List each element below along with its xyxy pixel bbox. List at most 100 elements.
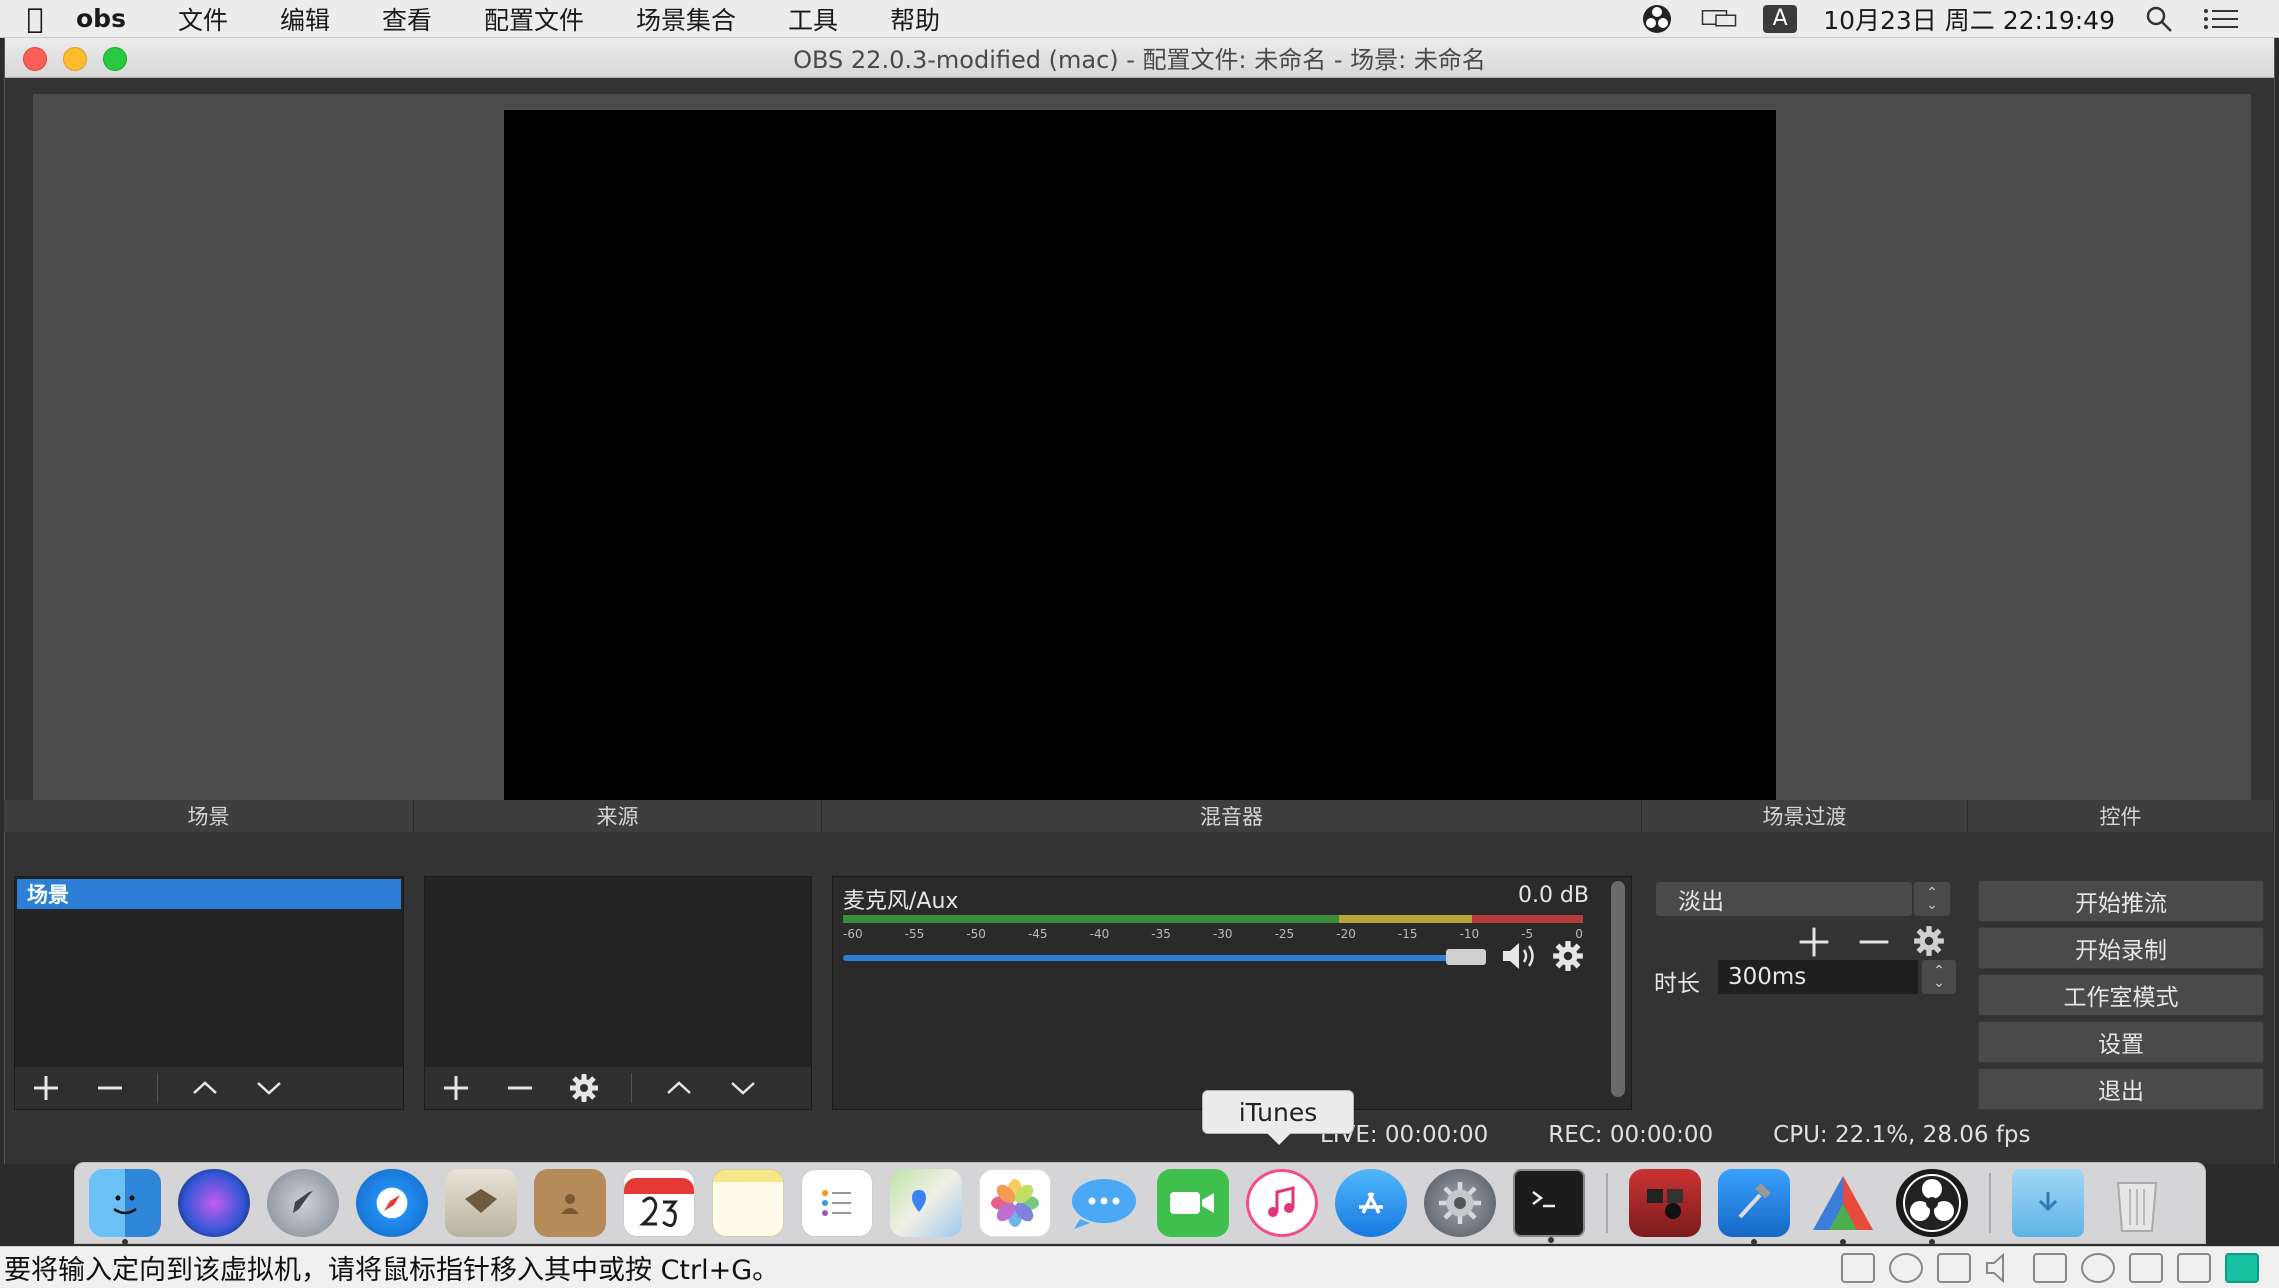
transition-select[interactable]: 淡出 [1656,882,1912,916]
menu-edit[interactable]: 编辑 [254,1,356,37]
menu-app-name[interactable]: obs [70,4,152,33]
notes-icon[interactable] [712,1169,784,1237]
move-source-up-button[interactable] [662,1071,696,1105]
vm-hard-disk-icon[interactable] [1841,1252,1875,1283]
zoom-window-button[interactable] [103,47,127,71]
source-properties-gear-icon[interactable] [567,1071,601,1105]
launchpad-rocket-icon[interactable] [267,1169,339,1237]
meter-tick: -55 [904,927,925,941]
mute-speaker-icon[interactable] [1501,941,1539,975]
maps-icon[interactable] [890,1169,962,1237]
exit-button[interactable]: 退出 [1978,1068,2264,1110]
display-mirroring-icon[interactable] [1701,4,1737,34]
obs-status-icon[interactable] [1639,4,1675,34]
add-source-button[interactable] [439,1071,473,1105]
calendar-icon[interactable] [623,1169,695,1237]
transition-properties-gear-icon[interactable] [1912,924,1946,962]
scene-list-item[interactable]: 场景 [17,879,401,909]
system-preferences-gear-icon[interactable] [1424,1169,1496,1237]
move-scene-up-button[interactable] [188,1071,222,1105]
remove-transition-button[interactable] [1856,924,1892,964]
obs-app-icon[interactable] [1896,1169,1968,1245]
vm-printer-icon[interactable] [2129,1252,2163,1283]
app-store-icon[interactable] [1335,1169,1407,1237]
move-source-down-button[interactable] [726,1071,760,1105]
preview-canvas[interactable] [504,110,1776,806]
terminal-icon[interactable] [1513,1169,1585,1243]
menu-scene-collection[interactable]: 场景集合 [610,1,762,37]
audio-mixer: 麦克风/Aux 0.0 dB -60 -55 -50 -45 -40 -35 -… [832,876,1632,1110]
duration-input[interactable]: 300ms [1718,960,1918,994]
screen:  obs 文件 编辑 查看 配置文件 场景集合 工具 帮助 A 10月23日 … [0,0,2279,1288]
minimize-window-button[interactable] [63,47,87,71]
mixer-scrollbar[interactable] [1611,881,1625,1097]
menu-file[interactable]: 文件 [152,1,254,37]
instruments-triangle-icon[interactable] [1807,1169,1879,1245]
duration-label: 时长 [1654,971,1700,997]
dock-separator [1606,1173,1608,1233]
mixer-channel-name: 麦克风/Aux [843,889,959,914]
toolbar-separator [157,1073,158,1103]
close-window-button[interactable] [23,47,47,71]
vm-network-icon[interactable] [1937,1252,1971,1283]
settings-button[interactable]: 设置 [1978,1021,2264,1063]
vm-cd-drive-2-icon[interactable] [2081,1252,2115,1283]
trash-icon[interactable] [2101,1169,2173,1237]
move-scene-down-button[interactable] [252,1071,286,1105]
add-transition-button[interactable] [1796,924,1832,964]
itunes-music-icon[interactable] [1246,1169,1318,1237]
vm-sound-icon[interactable] [1985,1252,2019,1283]
scenes-dock-header: 场景 [4,800,414,832]
finder-icon[interactable] [89,1169,161,1245]
vm-usb-icon[interactable] [2033,1252,2067,1283]
window-title: OBS 22.0.3-modified (mac) - 配置文件: 未命名 - … [793,46,1486,74]
downloads-folder-icon[interactable] [2012,1169,2084,1237]
studio-mode-button[interactable]: 工作室模式 [1978,974,2264,1016]
notification-center-icon[interactable] [2203,4,2239,34]
menu-view[interactable]: 查看 [356,1,458,37]
meter-tick: -10 [1459,927,1480,941]
add-scene-button[interactable] [29,1071,63,1105]
remove-source-button[interactable] [503,1071,537,1105]
sources-list[interactable] [424,876,812,1110]
photo-booth-icon[interactable] [1629,1169,1701,1237]
meter-tick: -20 [1336,927,1356,941]
apple-menu-icon[interactable]:  [0,2,70,35]
facetime-icon[interactable] [1157,1169,1229,1237]
meter-tick: -15 [1397,927,1418,941]
spotlight-search-icon[interactable] [2141,4,2177,34]
siri-icon[interactable] [178,1169,250,1237]
controls-dock-header: 控件 [1968,800,2274,832]
messages-bubble-icon[interactable] [1068,1169,1140,1237]
mail-eagle-icon[interactable] [445,1169,517,1237]
start-streaming-button[interactable]: 开始推流 [1978,880,2264,922]
duration-stepper[interactable]: ⌃ ⌄ [1922,960,1956,994]
contacts-book-icon[interactable] [534,1169,606,1237]
start-recording-button[interactable]: 开始录制 [1978,927,2264,969]
meter-tick: -60 [843,927,863,941]
remove-scene-button[interactable] [93,1071,127,1105]
vm-hint-bar: 要将输入定向到该虚拟机，请将鼠标指针移入其中或按 Ctrl+G。 [0,1246,2279,1288]
macos-dock [74,1162,2206,1245]
photos-icon[interactable] [979,1169,1051,1237]
vm-usb-2-icon[interactable] [2177,1252,2211,1283]
mixer-settings-gear-icon[interactable] [1551,939,1585,977]
menubar-clock[interactable]: 10月23日 周二 22:19:49 [1823,1,2115,37]
transition-select-arrows[interactable]: ⌃ ⌄ [1914,882,1950,916]
meter-tick: -50 [966,927,986,941]
vm-cd-drive-icon[interactable] [1889,1252,1923,1283]
transitions-dock-header: 场景过渡 [1642,800,1968,832]
reminders-list-icon[interactable] [801,1169,873,1237]
menu-help[interactable]: 帮助 [864,1,966,37]
safari-compass-icon[interactable] [356,1169,428,1237]
xcode-hammer-icon[interactable] [1718,1169,1790,1245]
vm-fullscreen-icon[interactable] [2225,1252,2259,1283]
menu-profile[interactable]: 配置文件 [458,1,610,37]
volume-slider-track[interactable] [843,955,1450,961]
volume-slider-handle[interactable] [1446,949,1486,965]
window-titlebar[interactable]: OBS 22.0.3-modified (mac) - 配置文件: 未命名 - … [5,38,2274,78]
scenes-list[interactable]: 场景 [14,876,404,1110]
rec-timer: REC: 00:00:00 [1548,1122,1714,1148]
menu-tools[interactable]: 工具 [762,1,864,37]
input-source-indicator[interactable]: A [1763,4,1798,33]
